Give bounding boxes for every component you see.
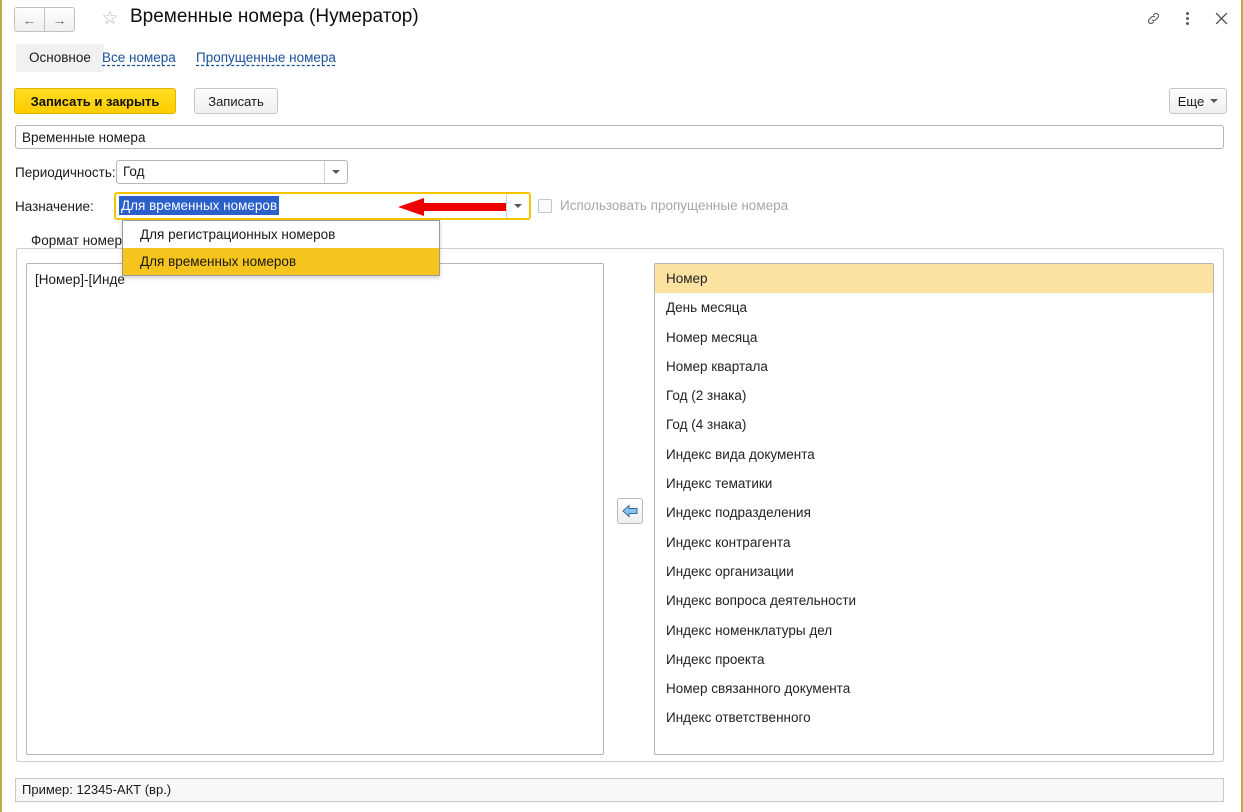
periodicity-dropdown-button[interactable] xyxy=(324,161,347,183)
link-icon[interactable] xyxy=(1145,9,1161,27)
chevron-down-icon xyxy=(1210,99,1219,103)
more-button[interactable]: Еще xyxy=(1169,88,1227,114)
format-composition-panel[interactable]: [Номер]-[Инде xyxy=(26,263,604,755)
tab-link-all-numbers[interactable]: Все номера xyxy=(102,50,176,65)
list-item[interactable]: Индекс номенклатуры дел xyxy=(655,616,1213,645)
example-status-bar: Пример: 12345-АКТ (вр.) xyxy=(15,778,1224,802)
list-item[interactable]: Индекс проекта xyxy=(655,645,1213,674)
chevron-down-icon xyxy=(514,204,522,208)
move-left-button[interactable] xyxy=(617,498,643,524)
purpose-dropdown-popup[interactable]: Для регистрационных номеров Для временны… xyxy=(122,220,440,276)
tab-format-number[interactable]: Формат номера xyxy=(28,233,133,248)
list-item[interactable]: Номер месяца xyxy=(655,323,1213,352)
list-item[interactable]: Индекс организации xyxy=(655,557,1213,586)
kebab-menu-icon[interactable] xyxy=(1179,9,1195,27)
list-item[interactable]: Индекс вопроса деятельности xyxy=(655,586,1213,615)
arrow-right-icon: → xyxy=(52,11,67,28)
dropdown-option-temporary[interactable]: Для временных номеров xyxy=(123,248,439,275)
arrow-left-icon: ← xyxy=(22,11,37,28)
list-item[interactable]: Год (4 знака) xyxy=(655,410,1213,439)
purpose-input[interactable]: Для временных номеров xyxy=(116,194,506,218)
purpose-select[interactable]: Для временных номеров xyxy=(114,192,531,220)
checkbox-box-icon[interactable] xyxy=(538,198,552,213)
save-button[interactable]: Записать xyxy=(194,88,278,114)
close-icon[interactable] xyxy=(1213,9,1229,27)
title-bar-actions xyxy=(1145,9,1229,27)
command-bar: Записать и закрыть Записать Еще xyxy=(2,88,1241,120)
navigation-buttons: ← → xyxy=(14,7,75,32)
tab-link-skipped-numbers[interactable]: Пропущенные номера xyxy=(196,50,336,65)
available-elements-panel[interactable]: Номер День месяца Номер месяца Номер кварта… xyxy=(654,263,1214,755)
forward-button[interactable]: → xyxy=(44,7,75,32)
available-elements-list: Номер День месяца Номер месяца Номер кварта… xyxy=(655,264,1213,733)
periodicity-select[interactable]: Год xyxy=(116,160,348,184)
list-item[interactable]: Индекс вида документа xyxy=(655,440,1213,469)
more-button-label: Еще xyxy=(1177,93,1205,109)
window-root: ← → ☆ Временные номера (Нумератор) Основ… xyxy=(0,0,1243,812)
list-item[interactable]: Год (2 знака) xyxy=(655,381,1213,410)
list-item[interactable]: Номер xyxy=(655,264,1213,294)
star-icon[interactable]: ☆ xyxy=(100,9,120,29)
use-skipped-numbers-label: Использовать пропущенные номера xyxy=(560,198,789,213)
periodicity-value: Год xyxy=(123,164,145,179)
list-item[interactable]: Индекс контрагента xyxy=(655,528,1213,557)
dropdown-option-registration[interactable]: Для регистрационных номеров xyxy=(123,221,439,248)
save-and-close-button[interactable]: Записать и закрыть xyxy=(14,88,176,114)
tab-main[interactable]: Основное xyxy=(16,44,104,72)
name-input[interactable]: Временные номера xyxy=(15,125,1224,149)
list-item[interactable]: Индекс тематики xyxy=(655,469,1213,498)
arrow-left-blue-icon xyxy=(622,504,638,518)
page-title: Временные номера (Нумератор) xyxy=(130,6,419,27)
list-item[interactable]: Номер связанного документа xyxy=(655,674,1213,703)
purpose-dropdown-button[interactable] xyxy=(506,194,529,218)
back-button[interactable]: ← xyxy=(14,7,44,32)
list-item[interactable]: Индекс подразделения xyxy=(655,498,1213,527)
periodicity-label: Периодичность: xyxy=(15,165,116,180)
list-item[interactable]: Номер квартала xyxy=(655,352,1213,381)
purpose-label: Назначение: xyxy=(15,199,94,214)
list-item[interactable]: Индекс ответственного xyxy=(655,703,1213,732)
chevron-down-icon xyxy=(332,170,340,174)
section-tabs: Основное Все номера Пропущенные номера xyxy=(2,44,1241,78)
use-skipped-numbers-checkbox[interactable]: Использовать пропущенные номера xyxy=(538,198,788,213)
kebab-dots xyxy=(1185,11,1189,25)
purpose-value: Для временных номеров xyxy=(119,196,280,215)
list-item[interactable]: День месяца xyxy=(655,293,1213,322)
title-bar: ← → ☆ Временные номера (Нумератор) xyxy=(2,0,1241,40)
